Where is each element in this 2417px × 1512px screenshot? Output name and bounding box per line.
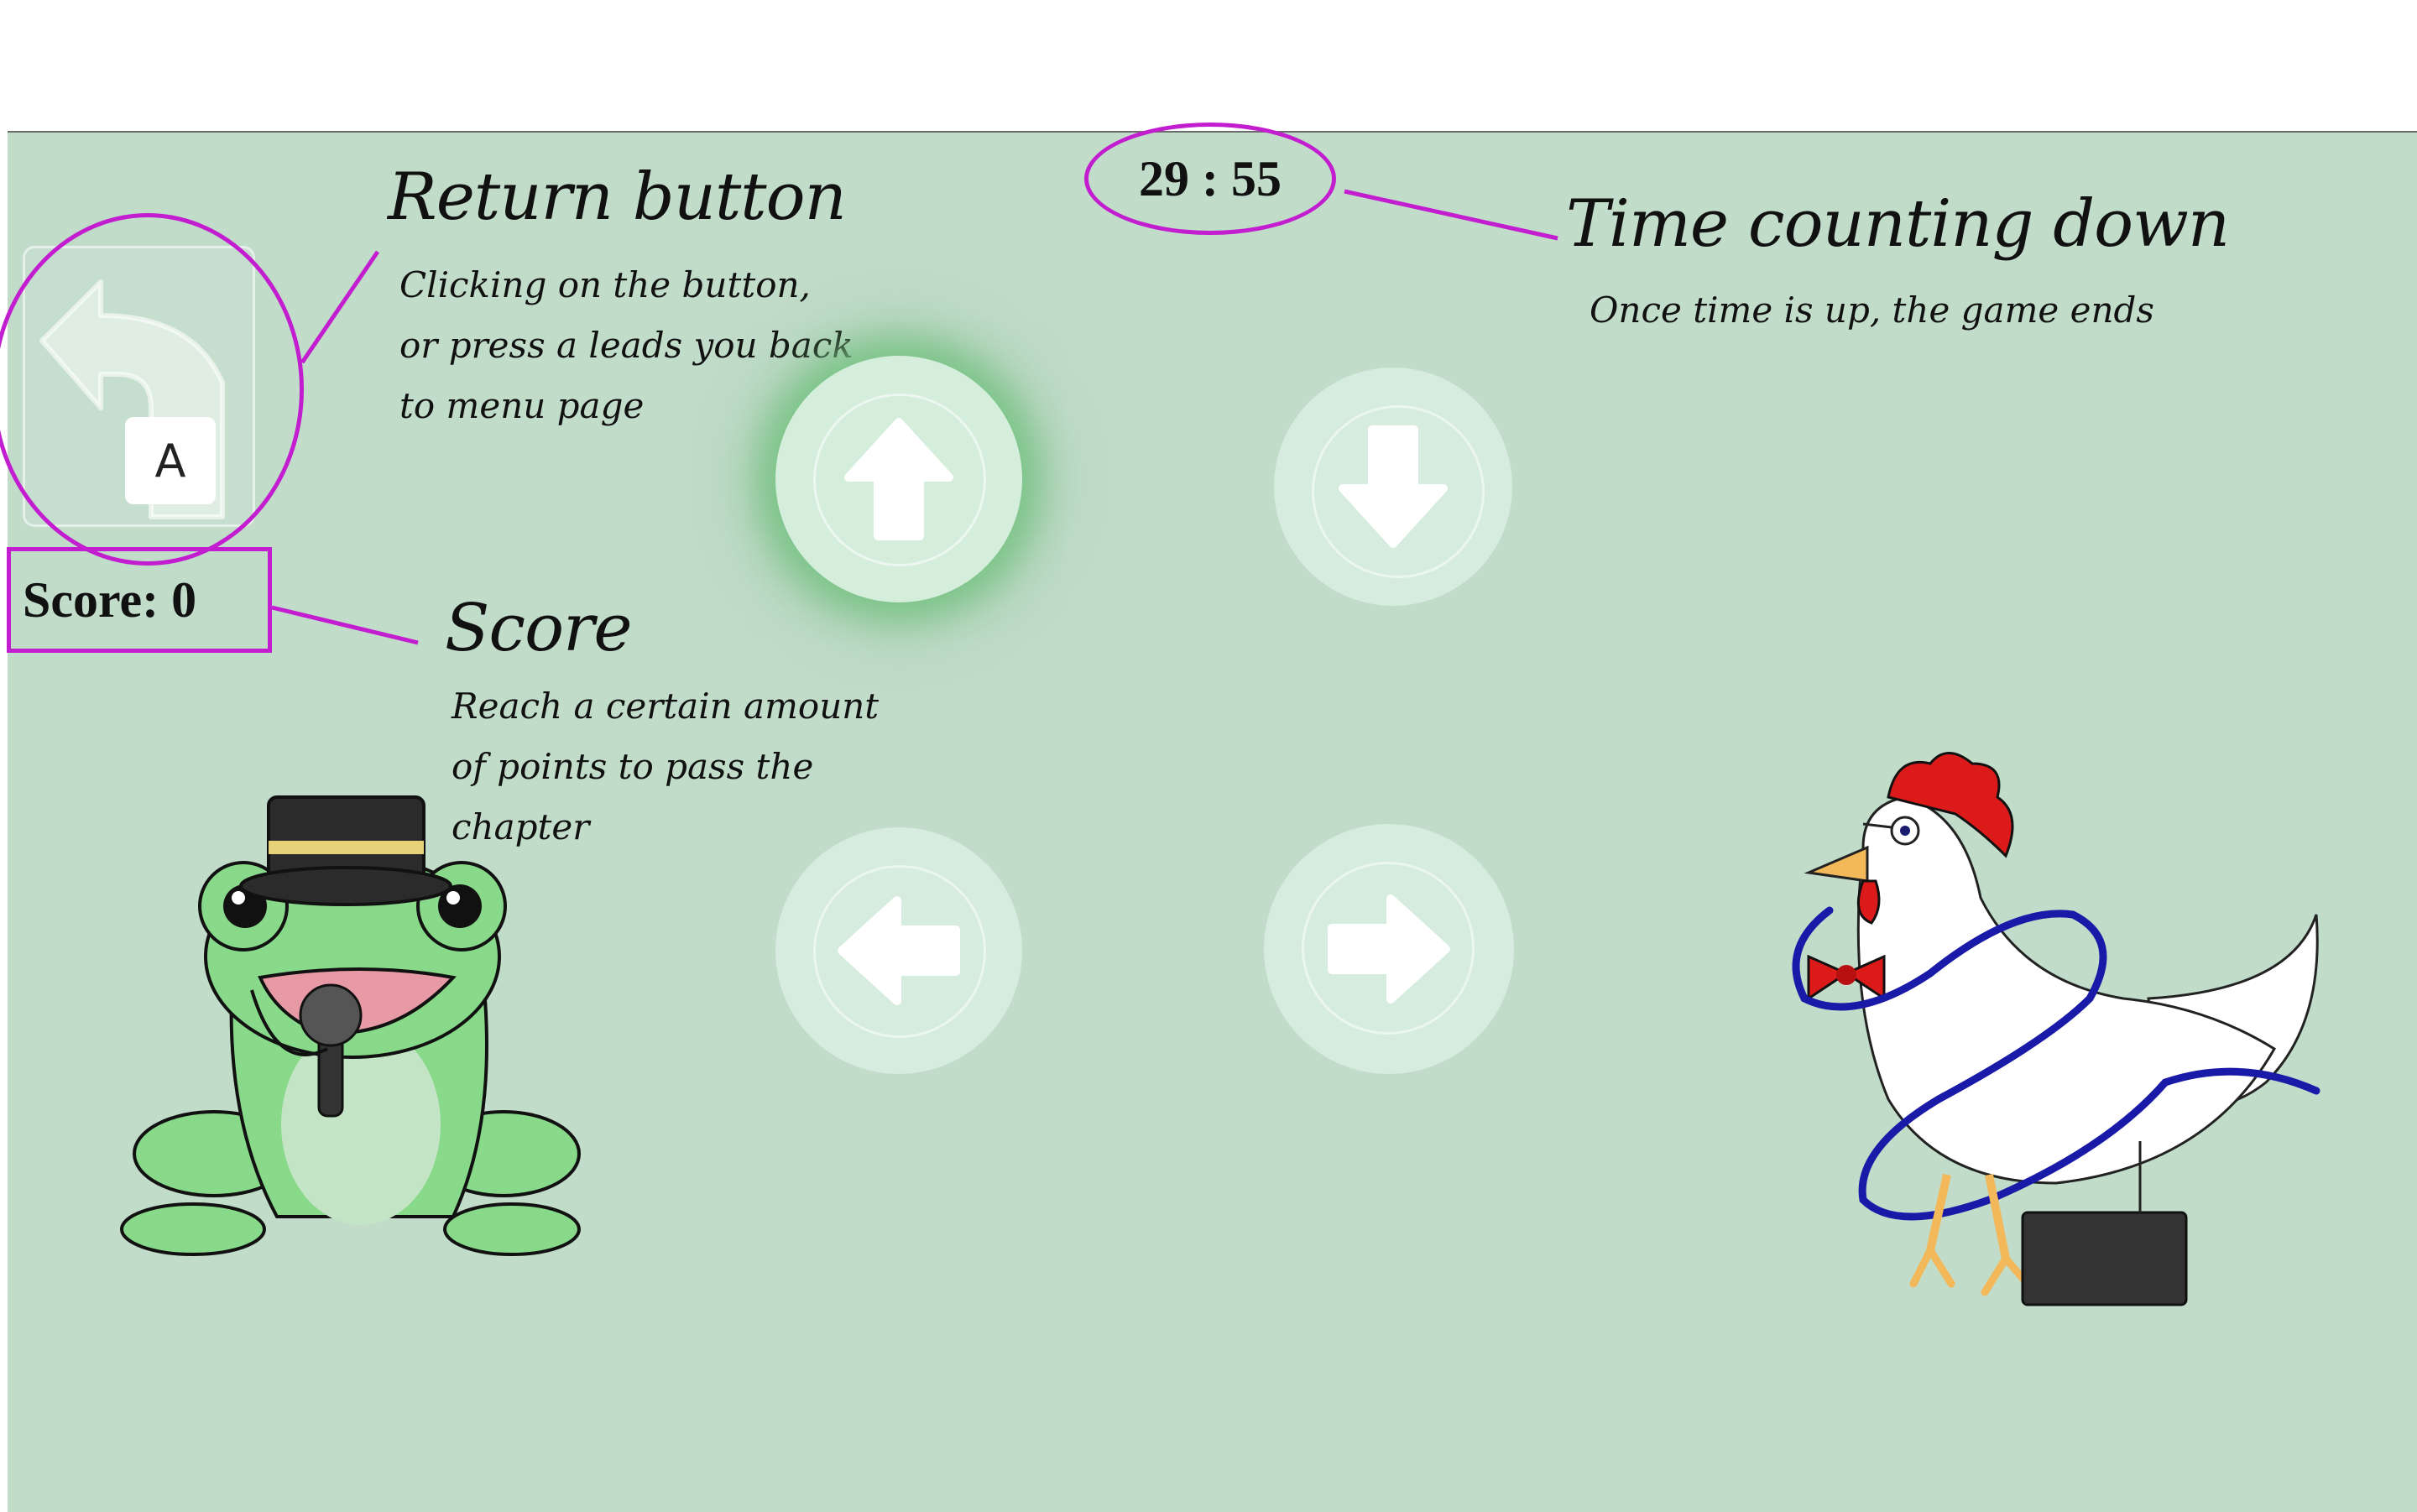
arrow-right-button[interactable]: [1264, 824, 1514, 1074]
time-desc-line: Once time is up, the game ends: [1590, 289, 2154, 331]
return-annotation-title: Return button: [388, 159, 847, 235]
return-highlight-circle: [0, 213, 304, 566]
arrow-up-button[interactable]: [775, 356, 1022, 602]
arrow-down-button[interactable]: [1274, 368, 1512, 606]
arrow-up-icon: [844, 418, 953, 540]
arrow-down-icon: [1339, 425, 1448, 548]
score-text: Score: 0: [23, 571, 197, 628]
arrow-left-icon: [838, 896, 960, 1005]
return-desc-line: to menu page: [399, 385, 645, 426]
return-desc-line: or press a leads you back: [399, 325, 854, 366]
score-desc-line: Reach a certain amount: [452, 686, 880, 727]
frog-singer: [120, 795, 581, 1256]
return-annotation-desc: Clicking on the button, or press a leads…: [399, 255, 854, 436]
arrow-right-icon: [1328, 894, 1450, 1004]
rooster-conductor: [1792, 752, 2320, 1306]
return-desc-line: Clicking on the button,: [399, 264, 811, 305]
score-annotation-title: Score: [445, 591, 633, 666]
time-annotation-desc: Once time is up, the game ends: [1590, 280, 2154, 341]
countdown-timer: 29 : 55: [1084, 123, 1336, 235]
time-annotation-title: Time counting down: [1566, 186, 2230, 262]
arrow-left-button[interactable]: [775, 827, 1022, 1074]
score-display: Score: 0: [7, 547, 272, 653]
